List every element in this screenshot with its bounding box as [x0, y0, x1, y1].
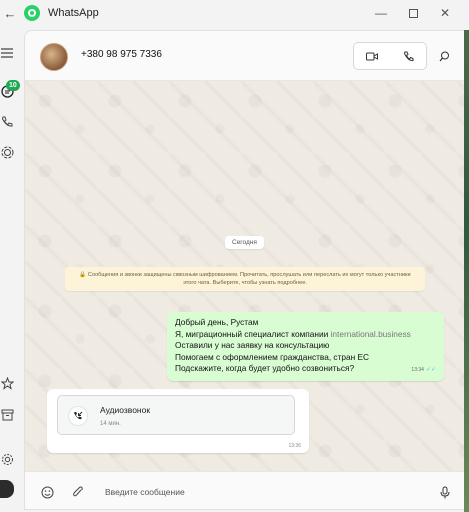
menu-icon[interactable] — [0, 46, 14, 60]
message-meta: 13:34 ✓✓ — [411, 365, 436, 377]
nav-rail: 10 — [0, 26, 22, 512]
incoming-call-message[interactable]: Аудиозвонок 14 мин. 13:36 — [47, 389, 309, 453]
unread-badge: 10 — [6, 80, 20, 91]
back-arrow-icon[interactable]: ← — [0, 6, 20, 21]
chat-pane: +380 98 975 7336 Сегодня 🔒 Сообщения и з… — [24, 30, 464, 510]
settings-icon[interactable] — [0, 452, 14, 466]
message-time: 13:36 — [288, 443, 301, 449]
message-line: Добрый день, Рустам — [175, 317, 259, 327]
calls-icon[interactable] — [0, 115, 14, 129]
call-buttons-group — [353, 42, 427, 70]
attach-icon[interactable] — [70, 484, 86, 500]
archive-icon[interactable] — [0, 408, 14, 422]
minimize-icon[interactable]: — — [365, 0, 397, 26]
emoji-icon[interactable] — [39, 484, 55, 500]
missed-call-arrow-icon — [68, 406, 88, 426]
starred-icon[interactable] — [0, 376, 14, 390]
read-receipt-icon: ✓✓ — [425, 367, 436, 374]
outgoing-message[interactable]: Добрый день, Рустам Я, миграционный спец… — [167, 312, 444, 381]
close-icon[interactable]: ✕ — [429, 0, 461, 26]
message-line: Помогаем с оформлением гражданства, стра… — [175, 351, 370, 362]
message-line: Я, миграционный специалист компании inte… — [175, 328, 411, 339]
search-icon — [439, 51, 449, 61]
contact-avatar[interactable] — [40, 43, 68, 71]
call-duration: 14 мин. — [100, 421, 121, 427]
maximize-icon[interactable] — [397, 0, 429, 26]
message-link[interactable]: international.business — [331, 329, 411, 339]
message-line: Подскажите, когда будет удобно созвонить… — [175, 363, 355, 374]
title-bar: ← WhatsApp — ✕ — [0, 0, 469, 26]
search-button[interactable] — [435, 47, 453, 65]
video-call-button[interactable] — [354, 43, 390, 69]
phone-icon — [403, 51, 413, 61]
status-icon[interactable] — [0, 145, 14, 159]
call-title: Аудиозвонок — [100, 405, 151, 415]
message-time: 13:34 — [411, 367, 424, 374]
date-divider: Сегодня — [225, 236, 264, 249]
profile-avatar[interactable] — [0, 480, 14, 498]
microphone-icon[interactable] — [437, 484, 453, 500]
message-list[interactable]: Сегодня 🔒 Сообщения и звонки защищены ск… — [25, 81, 464, 471]
message-composer — [25, 471, 464, 509]
message-line: Оставили у нас заявку на консультацию — [175, 340, 330, 351]
desktop-background-edge — [464, 30, 469, 512]
audio-call-card[interactable]: Аудиозвонок 14 мин. — [57, 395, 295, 435]
message-input[interactable] — [105, 484, 405, 500]
voice-call-button[interactable] — [390, 43, 426, 69]
encryption-notice[interactable]: 🔒 Сообщения и звонки защищены сквозным ш… — [65, 267, 425, 291]
app-title: WhatsApp — [48, 7, 99, 19]
contact-name[interactable]: +380 98 975 7336 — [81, 49, 162, 60]
video-camera-icon — [366, 52, 378, 60]
whatsapp-logo-icon — [24, 5, 40, 21]
chat-header: +380 98 975 7336 — [25, 31, 464, 81]
